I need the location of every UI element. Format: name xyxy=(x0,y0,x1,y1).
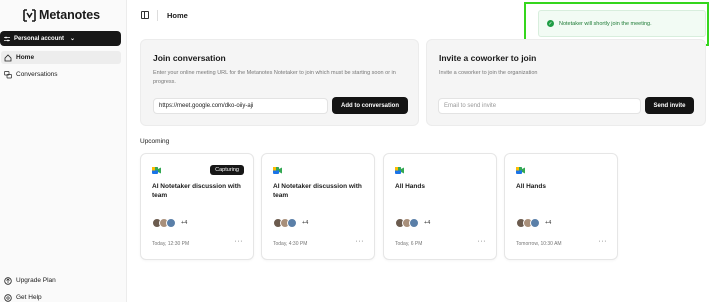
toggle-sidebar-icon[interactable] xyxy=(141,11,149,19)
sidebar-item-conversations[interactable]: Conversations xyxy=(1,68,121,81)
page-title: Home xyxy=(167,11,188,20)
more-options-icon[interactable]: ··· xyxy=(356,238,365,245)
meeting-card[interactable]: All Hands +4 Tomorrow, 10:30 AM ··· xyxy=(504,153,618,260)
sidebar-item-label: Conversations xyxy=(16,71,58,78)
help-icon xyxy=(4,293,12,302)
meeting-title: AI Notetaker discussion with team xyxy=(273,183,362,199)
app-logo[interactable]: Metanotes xyxy=(23,8,100,22)
sidebar-item-upgrade-plan[interactable]: Upgrade Plan xyxy=(1,274,121,287)
attendee-avatars: +4 xyxy=(273,218,308,228)
google-meet-icon xyxy=(516,167,525,174)
attendee-avatars: +4 xyxy=(152,218,187,228)
meeting-title: AI Notetaker discussion with team xyxy=(152,183,241,199)
extra-attendees-count: +4 xyxy=(545,220,552,226)
conversations-icon xyxy=(4,70,12,78)
meeting-card[interactable]: AI Notetaker discussion with team +4 Tod… xyxy=(261,153,375,260)
meeting-title: All Hands xyxy=(395,183,425,190)
meeting-card[interactable]: All Hands +4 Today, 6 PM ··· xyxy=(383,153,497,260)
avatar xyxy=(530,218,540,228)
google-meet-icon xyxy=(395,167,404,174)
meeting-title: All Hands xyxy=(516,183,546,190)
sidebar-item-label: Get Help xyxy=(16,294,42,301)
invite-title: Invite a coworker to join xyxy=(439,53,537,63)
meeting-time: Today, 12:30 PM xyxy=(152,241,190,247)
metanotes-logo-icon xyxy=(23,8,36,22)
toast-message: Notetaker will shortly join the meeting. xyxy=(559,20,652,27)
sliders-icon xyxy=(4,36,10,41)
attendee-avatars: +4 xyxy=(395,218,430,228)
upcoming-label: Upcoming xyxy=(140,138,170,145)
avatar xyxy=(287,218,297,228)
sidebar-item-get-help[interactable]: Get Help xyxy=(1,291,121,302)
extra-attendees-count: +4 xyxy=(424,220,431,226)
chevron-down-icon: ⌄ xyxy=(70,36,76,42)
more-options-icon[interactable]: ··· xyxy=(599,238,608,245)
sidebar-item-home[interactable]: Home xyxy=(1,51,121,64)
join-title: Join conversation xyxy=(153,53,226,63)
app-name: Metanotes xyxy=(39,8,100,22)
upgrade-icon xyxy=(4,276,12,285)
toast-notification: ✓ Notetaker will shortly join the meetin… xyxy=(538,10,706,37)
add-to-conversation-button[interactable]: Add to conversation xyxy=(332,97,408,114)
send-invite-button[interactable]: Send invite xyxy=(645,97,694,114)
status-badge: Capturing xyxy=(210,165,244,175)
account-label: Personal account xyxy=(14,35,65,42)
invite-description: Invite a coworker to join the organizati… xyxy=(439,70,538,76)
join-conversation-card: Join conversation Enter your online meet… xyxy=(140,39,419,126)
extra-attendees-count: +4 xyxy=(181,220,188,226)
sidebar-item-label: Home xyxy=(16,54,35,61)
more-options-icon[interactable]: ··· xyxy=(478,238,487,245)
meeting-time: Tomorrow, 10:30 AM xyxy=(516,241,562,247)
avatar xyxy=(166,218,176,228)
extra-attendees-count: +4 xyxy=(302,220,309,226)
meeting-time: Today, 6 PM xyxy=(395,241,423,247)
google-meet-icon xyxy=(152,167,161,174)
invite-coworker-card: Invite a coworker to join Invite a cowor… xyxy=(426,39,706,126)
divider xyxy=(157,10,158,21)
sidebar-item-label: Upgrade Plan xyxy=(16,277,56,284)
attendee-avatars: +4 xyxy=(516,218,551,228)
meeting-time: Today, 4:30 PM xyxy=(273,241,308,247)
more-options-icon[interactable]: ··· xyxy=(235,238,244,245)
sidebar: Metanotes Personal account ⌄ Home Conver… xyxy=(0,0,127,302)
google-meet-icon xyxy=(273,167,282,174)
meeting-card[interactable]: Capturing AI Notetaker discussion with t… xyxy=(140,153,254,260)
email-invite-input[interactable]: Email to send invite xyxy=(438,98,641,114)
account-switcher[interactable]: Personal account ⌄ xyxy=(0,31,121,46)
join-description: Enter your online meeting URL for the Me… xyxy=(153,70,396,85)
check-circle-icon: ✓ xyxy=(547,20,554,27)
meeting-url-input[interactable]: https://meet.google.com/dko-oiiy-aji xyxy=(153,98,328,114)
home-icon xyxy=(4,53,12,61)
avatar xyxy=(409,218,419,228)
